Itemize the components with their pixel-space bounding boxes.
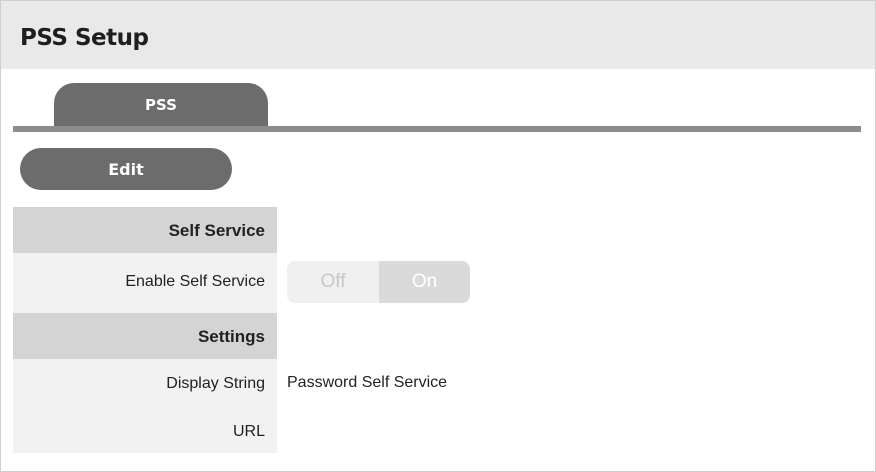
- display-string-label: Display String: [166, 375, 265, 392]
- title-bar: PSS Setup: [1, 1, 875, 69]
- enable-self-service-label: Enable Self Service: [125, 273, 265, 290]
- display-string-value: Password Self Service: [287, 374, 448, 391]
- edit-button[interactable]: Edit: [20, 148, 232, 190]
- enable-self-service-toggle[interactable]: Off On: [287, 261, 470, 303]
- pss-setup-panel: PSS Setup PSS Edit Self Service Enable S…: [0, 0, 876, 472]
- toggle-on-option[interactable]: On: [379, 261, 470, 303]
- section-header-settings: Settings: [13, 313, 277, 359]
- toggle-off-option[interactable]: Off: [287, 261, 379, 303]
- tab-label: PSS: [145, 96, 177, 114]
- url-label: URL: [232, 423, 265, 440]
- section-title: Self Service: [168, 221, 265, 240]
- section-header-self-service: Self Service: [13, 207, 277, 253]
- tab-pss[interactable]: PSS: [54, 83, 268, 127]
- section-title: Settings: [197, 327, 265, 346]
- page-title: PSS Setup: [20, 25, 149, 51]
- tab-divider: [13, 126, 861, 132]
